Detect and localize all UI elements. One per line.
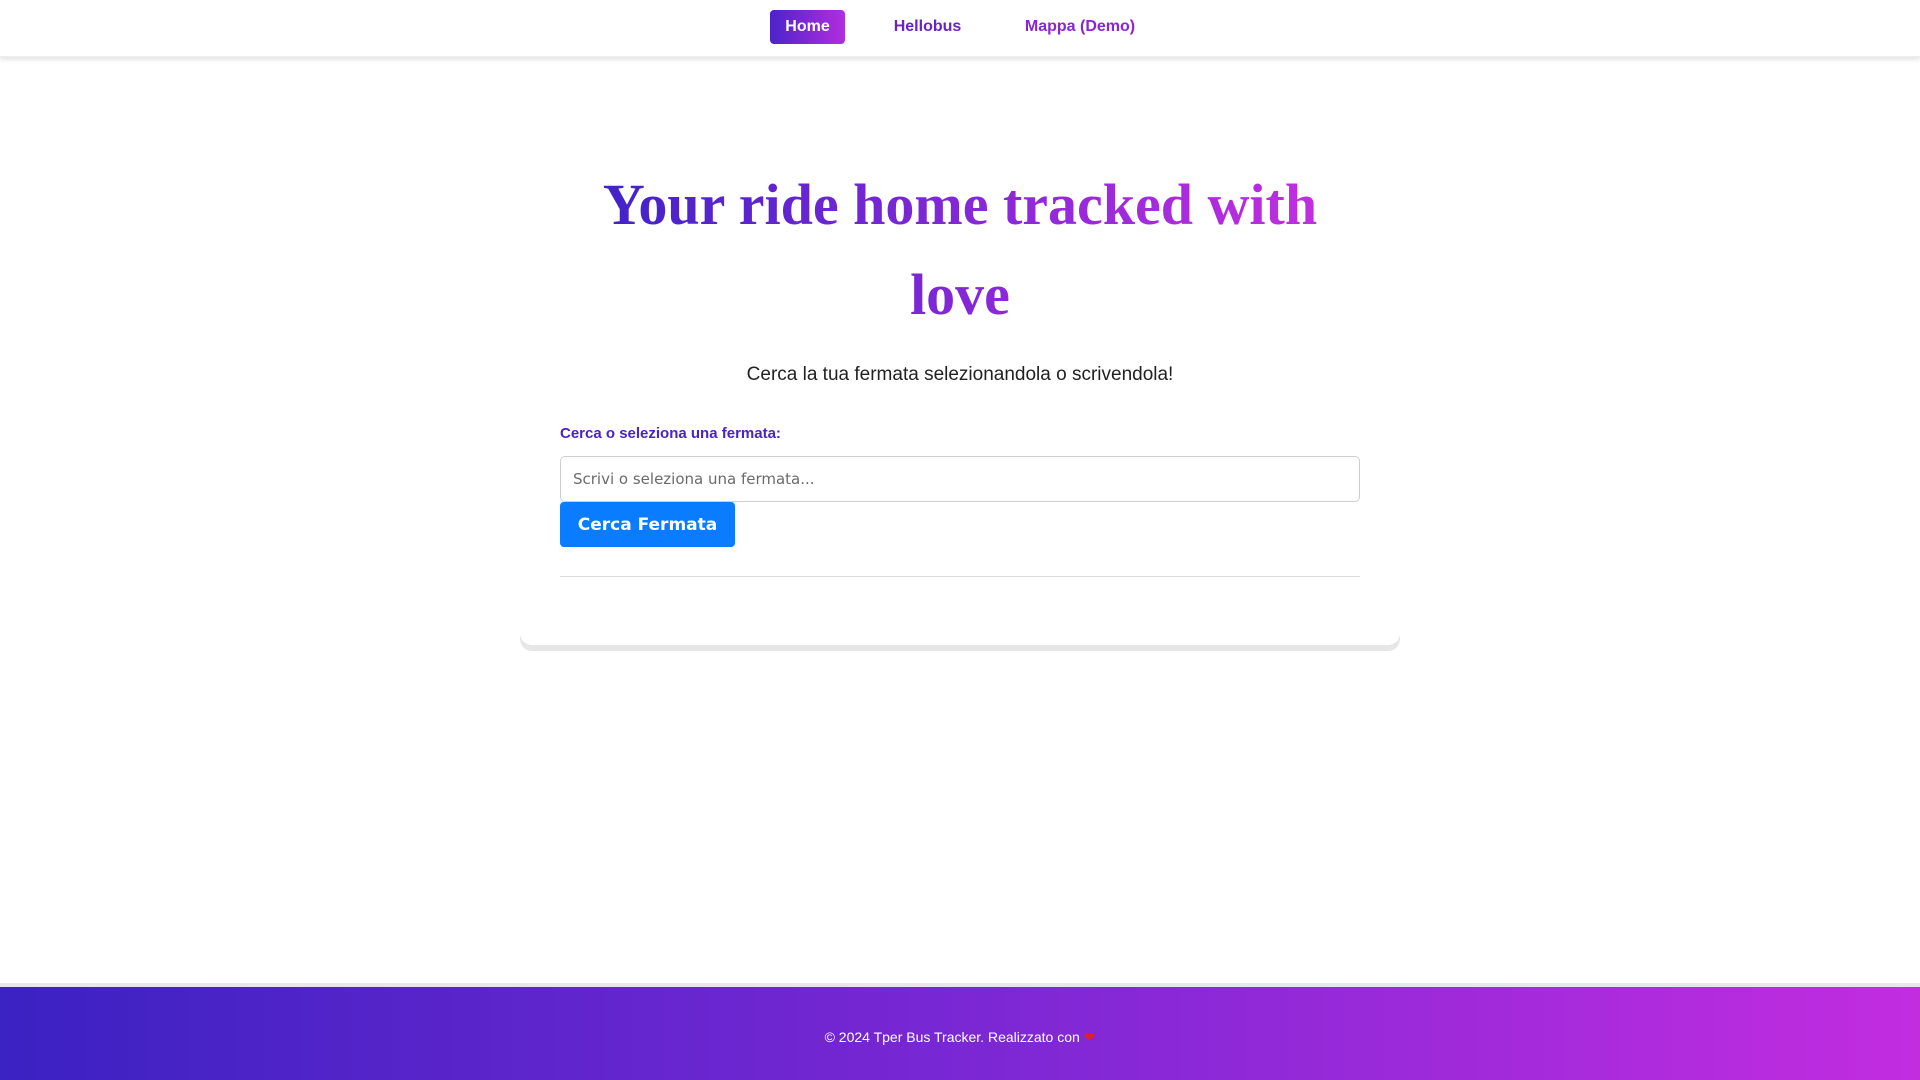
search-card: Cerca o seleziona una fermata: Cerca Fer… xyxy=(520,410,1400,645)
divider xyxy=(560,576,1360,577)
top-navbar: Home Hellobus Mappa (Demo) xyxy=(0,0,1920,57)
nav-mappa-demo-link[interactable]: Mappa (Demo) xyxy=(1015,10,1145,44)
footer-copyright: © 2024 Tper Bus Tracker. Realizzato con xyxy=(824,1029,1080,1045)
search-stop-button[interactable]: Cerca Fermata xyxy=(560,502,735,547)
nav-hellobus-link[interactable]: Hellobus xyxy=(880,10,975,44)
stop-search-input[interactable] xyxy=(560,456,1360,502)
footer-text-line: © 2024 Tper Bus Tracker. Realizzato con … xyxy=(0,1029,1920,1046)
heart-icon: ❤ xyxy=(1083,1029,1096,1045)
hero-subtitle: Cerca la tua fermata selezionandola o sc… xyxy=(746,364,1174,385)
stop-search-label: Cerca o seleziona una fermata: xyxy=(560,425,781,442)
hero-title: Your ride home tracked with love xyxy=(580,160,1340,340)
nav-home-link[interactable]: Home xyxy=(770,10,845,44)
footer: © 2024 Tper Bus Tracker. Realizzato con … xyxy=(0,983,1920,1080)
